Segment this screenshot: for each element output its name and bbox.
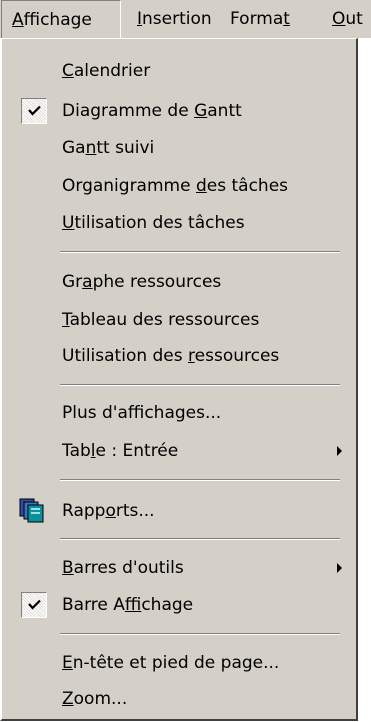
mnemonic: o — [105, 501, 116, 521]
mnemonic: E — [62, 653, 73, 673]
menu-separator — [60, 251, 340, 253]
mnemonic: r — [188, 346, 195, 366]
label-pre: Rapp — [62, 501, 106, 521]
menu-item-rapports[interactable]: Rapports... — [62, 496, 155, 526]
menu-affichage-label-post: ffichage — [23, 10, 92, 30]
menu-item-plus-affichages[interactable]: Plus d'affichages... — [62, 398, 221, 428]
label-pre: Organigramme — [62, 176, 196, 196]
label-pre: Plus d'aff — [62, 403, 145, 423]
submenu-arrow-icon — [337, 563, 342, 573]
menu-affichage-mnemonic: A — [12, 10, 24, 30]
menu-item-tableau-ressources[interactable]: Tableau des ressources — [62, 305, 259, 335]
menu-separator — [60, 633, 340, 635]
label-post: tilisation des tâches — [74, 213, 245, 233]
menu-format-label-pre: Forma — [230, 9, 284, 29]
menu-item-utilisation-ressources[interactable]: Utilisation des ressources — [62, 341, 279, 371]
label-post: essources — [194, 346, 280, 366]
menu-item-utilisation-taches[interactable]: Utilisation des tâches — [62, 208, 245, 238]
menu-insertion[interactable]: Insertion — [137, 0, 212, 38]
label-pre: Ga — [62, 138, 86, 158]
label-pre: Barre A — [62, 595, 125, 615]
menu-format-mnemonic: t — [283, 9, 290, 29]
menu-bar: Affichage Insertion Format Out — [0, 0, 371, 39]
menu-outils-label-post: ut — [345, 9, 363, 29]
barre-affichage-check-box — [21, 592, 47, 618]
label-pre: Gr — [62, 272, 83, 292]
menu-separator — [60, 384, 340, 386]
checkmark-icon — [28, 105, 41, 116]
label-post: e : Entrée — [95, 441, 179, 461]
submenu-arrow-icon — [337, 446, 342, 456]
menu-item-organigramme[interactable]: Organigramme des tâches — [62, 171, 288, 201]
label-post: tt suivi — [96, 138, 155, 158]
menu-item-zoom[interactable]: Zoom... — [62, 684, 127, 714]
label-post: ableau des ressources — [69, 310, 260, 330]
mnemonic: n — [85, 138, 97, 158]
mnemonic: a — [82, 272, 93, 292]
menu-separator — [60, 538, 340, 540]
label-post: alendrier — [73, 61, 151, 81]
menu-outils[interactable]: Out — [332, 0, 363, 38]
menu-item-barres-outils[interactable]: Barres d'outils — [62, 553, 184, 583]
mnemonic: f — [124, 595, 142, 615]
label-post: es tâches — [206, 176, 289, 196]
mnemonic: B — [62, 558, 74, 578]
mnemonic: T — [62, 310, 70, 330]
menu-format[interactable]: Format — [230, 0, 290, 38]
mnemonic: d — [195, 176, 207, 196]
menu-insertion-label-post: nsertion — [142, 9, 212, 29]
label-post: chages... — [144, 403, 222, 423]
menu-item-gantt-suivi[interactable]: Gantt suivi — [62, 133, 154, 163]
label-pre: Diagramme de — [62, 101, 195, 121]
label-post: phe ressources — [92, 272, 222, 292]
menu-item-graphe-ressources[interactable]: Graphe ressources — [62, 267, 221, 297]
label-post: n-tête et pied de page... — [72, 653, 280, 673]
menu-separator — [60, 479, 340, 481]
mnemonic: U — [62, 213, 75, 233]
menu-item-table[interactable]: Table : Entrée — [62, 436, 178, 466]
gantt-check-box — [21, 98, 47, 124]
menu-item-diagramme-gantt[interactable]: Diagramme de Gantt — [62, 96, 242, 126]
menu-item-barre-affichage[interactable]: Barre Affichage — [62, 590, 193, 620]
menu-item-calendrier[interactable]: Calendrier — [62, 56, 150, 86]
menu-item-entete-pied[interactable]: En-tête et pied de page... — [62, 648, 279, 678]
menu-affichage[interactable]: Affichage — [1, 0, 121, 39]
label-post: antt — [207, 101, 242, 121]
label-pre: Tab — [62, 441, 91, 461]
label-post: oom... — [73, 689, 128, 709]
mnemonic: G — [194, 101, 208, 121]
label-post: arres d'outils — [73, 558, 184, 578]
label-post: fichage — [141, 595, 194, 615]
checkmark-icon — [28, 599, 41, 610]
label-post: rts... — [115, 501, 155, 521]
menu-outils-mnemonic: O — [332, 9, 346, 29]
reports-icon — [19, 498, 44, 523]
mnemonic: Z — [62, 689, 74, 709]
label-pre: Utilisation des — [62, 346, 189, 366]
mnemonic: C — [62, 61, 74, 81]
